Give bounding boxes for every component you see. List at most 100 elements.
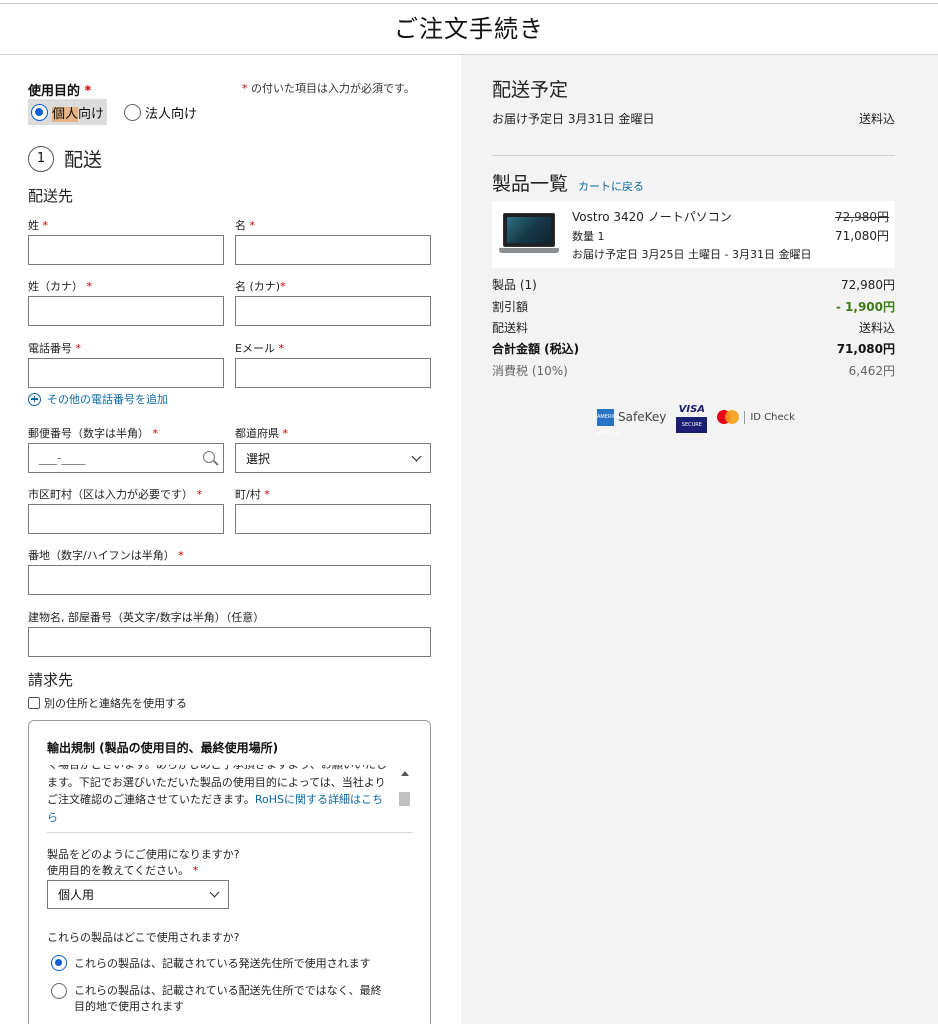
badge-separator	[744, 410, 746, 424]
phone-input[interactable]	[28, 358, 224, 388]
location-option-shipping-address[interactable]: これらの製品は、記載されている発送先住所で使用されます	[51, 955, 371, 971]
alt-address-checkbox[interactable]	[28, 697, 40, 709]
summary-tax-value: 6,462円	[848, 364, 895, 378]
location-option-1-label: これらの製品は、記載されている発送先住所で使用されます	[74, 957, 371, 970]
summary-divider	[492, 155, 895, 156]
visa-icon: VISA	[678, 403, 706, 415]
order-summary-panel: 配送予定 お届け予定日 3月31日 金曜日 送料込 製品一覧 カートに戻る Vo…	[461, 55, 938, 1024]
location-question: これらの製品はどこで使用されますか?	[47, 931, 240, 944]
usage-select[interactable]: 個人用	[47, 880, 229, 909]
export-text-scroll[interactable]: く場合がございます。あらかじめご了承頂きますよう、お願いいたします。下記でお選び…	[47, 765, 413, 823]
export-control-box: 輸出規制 (製品の使用目的、最終使用場所) く場合がございます。あらかじめご了承…	[28, 720, 431, 1024]
chevron-down-icon	[411, 451, 422, 461]
location-option-final-destination[interactable]: これらの製品は、記載されている配送先住所でではなく、最終目的地で使用されます	[51, 983, 391, 1015]
page-header: ご注文手続き	[0, 4, 938, 55]
mastercard-icon	[717, 410, 740, 424]
purpose-personal-option[interactable]: 個人向け	[28, 99, 108, 125]
radio-selected-icon[interactable]	[31, 103, 48, 121]
required-mark: *	[242, 82, 248, 95]
phone-label: 電話番号 *	[28, 342, 81, 355]
safekey-label: SafeKey	[618, 410, 667, 424]
back-to-cart-link[interactable]: カートに戻る	[578, 178, 644, 194]
summary-total-row: 合計金額 (税込) 71,080円	[492, 340, 895, 357]
scroll-up-icon[interactable]	[400, 771, 409, 776]
amex-icon: AMERICAN EXPRESS	[597, 408, 624, 437]
radio-selected-icon[interactable]	[51, 955, 67, 971]
summary-discount-value: - 1,900円	[835, 300, 895, 314]
prefecture-value: 選択	[246, 451, 271, 466]
product-original-price: 72,980円	[835, 210, 889, 224]
search-icon[interactable]	[203, 451, 215, 463]
delivery-date: お届け予定日 3月31日 金曜日	[492, 112, 655, 126]
chevron-down-icon	[209, 887, 220, 898]
required-mark: *	[84, 84, 92, 99]
payment-badges: AMERICAN EXPRESS SafeKey VISA SECURE ID …	[597, 401, 795, 437]
billing-section-title: 請求先	[28, 671, 74, 689]
first-name-input[interactable]	[235, 235, 431, 265]
usage-question: 製品をどのようにご使用になりますか? 使用目的を教えてください。 *	[47, 848, 251, 877]
step-indicator: 1 配送	[28, 145, 102, 172]
email-input[interactable]	[235, 358, 431, 388]
add-phone-link[interactable]: その他の電話番号を追加	[28, 391, 168, 407]
purpose-radio-group: 個人向け 法人向け	[28, 99, 214, 125]
visa-secure-label: SECURE	[676, 416, 708, 433]
summary-items-label: 製品 (1)	[492, 278, 537, 292]
radio-unselected-icon[interactable]	[124, 103, 142, 121]
alt-address-checkbox-row[interactable]: 別の住所と連絡先を使用する	[28, 695, 187, 711]
email-label: Eメール *	[235, 342, 284, 355]
alt-address-label: 別の住所と連絡先を使用する	[44, 697, 187, 710]
required-note-text: の付いた項目は入力が必須です。	[251, 82, 415, 95]
summary-total-label: 合計金額 (税込)	[492, 342, 580, 356]
city-input[interactable]	[28, 504, 224, 534]
purpose-personal-label-hl: 個人	[52, 106, 79, 122]
summary-shipping-row: 配送料 送料込	[492, 319, 895, 336]
shipping-section-title: 配送先	[28, 187, 74, 205]
prefecture-label: 都道府県 *	[235, 427, 288, 440]
products-title: 製品一覧	[492, 173, 569, 195]
purpose-title: 使用目的	[28, 84, 81, 99]
checkout-form: 使用目的 * * の付いた項目は入力が必須です。 個人向け 法人向け 1 配送 …	[0, 55, 461, 1024]
building-label: 建物名, 部屋番号（英文字/数字は半角）（任意）	[28, 611, 265, 624]
purpose-business-option[interactable]: 法人向け	[121, 99, 200, 125]
plus-circle-icon	[28, 392, 41, 406]
location-option-2-label: これらの製品は、記載されている配送先住所でではなく、最終目的地で使用されます	[74, 984, 382, 1013]
idcheck-label: ID Check	[750, 411, 795, 423]
mastercard-idcheck-badge: ID Check	[717, 410, 795, 424]
visa-secure-badge: VISA SECURE	[676, 402, 708, 433]
zip-placeholder: ___-____	[39, 451, 86, 465]
delivery-title: 配送予定	[492, 79, 569, 101]
summary-total-value: 71,080円	[836, 342, 895, 356]
last-name-input[interactable]	[28, 235, 224, 265]
products-header: 製品一覧 カートに戻る	[492, 169, 644, 196]
summary-shipping-label: 配送料	[492, 321, 529, 335]
last-kana-label: 姓（カナ） *	[28, 280, 92, 293]
summary-tax-row: 消費税 (10%) 6,462円	[492, 362, 895, 379]
summary-discount-label: 割引額	[492, 300, 529, 314]
prefecture-select[interactable]: 選択	[235, 443, 431, 473]
page-title: ご注文手続き	[394, 15, 544, 43]
product-delivery: お届け予定日 3月25日 土曜日 - 3月31日 金曜日	[572, 248, 812, 261]
address-input[interactable]	[28, 565, 431, 595]
zip-label: 郵便番号（数字は半角） *	[28, 427, 158, 440]
town-input[interactable]	[235, 504, 431, 534]
summary-discount-row: 割引額 - 1,900円	[492, 298, 895, 315]
product-name: Vostro 3420 ノートパソコン	[572, 210, 732, 224]
purpose-business-label: 法人向け	[145, 106, 198, 122]
building-input[interactable]	[28, 627, 431, 657]
export-divider	[47, 832, 413, 833]
summary-shipping-value: 送料込	[858, 321, 895, 335]
first-kana-input[interactable]	[235, 296, 431, 326]
last-name-label: 姓 *	[28, 219, 48, 232]
summary-tax-label: 消費税 (10%)	[492, 364, 568, 378]
radio-unselected-icon[interactable]	[51, 983, 67, 999]
product-price: 71,080円	[835, 229, 889, 243]
export-scrollbar[interactable]	[399, 769, 410, 819]
scroll-thumb[interactable]	[399, 792, 410, 806]
add-phone-label: その他の電話番号を追加	[47, 393, 168, 406]
required-note: * の付いた項目は入力が必須です。	[242, 80, 415, 96]
last-kana-input[interactable]	[28, 296, 224, 326]
zip-input[interactable]: ___-____	[28, 443, 224, 473]
first-kana-label: 名 (カナ)*	[235, 280, 286, 293]
step-title: 配送	[64, 149, 103, 171]
purpose-personal-label-rest: 向け	[78, 106, 105, 122]
